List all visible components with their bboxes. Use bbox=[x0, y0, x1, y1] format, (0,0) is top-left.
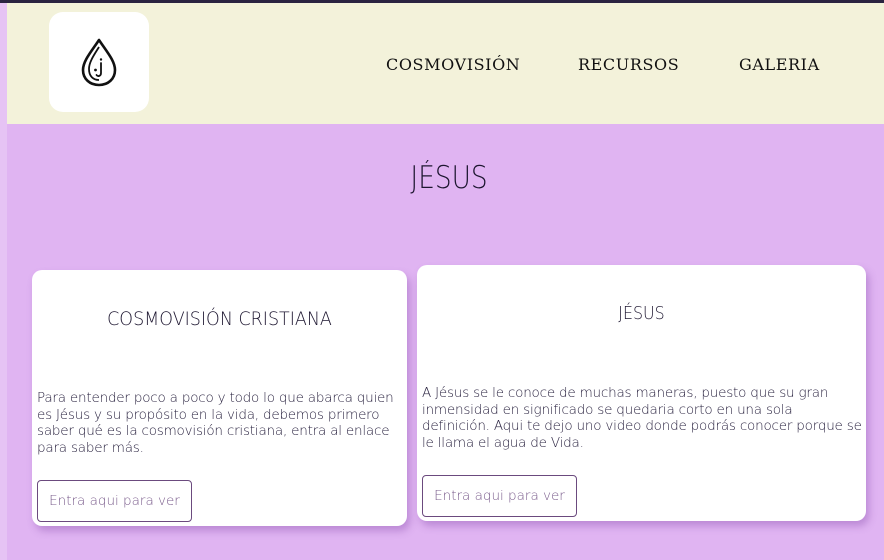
enter-button[interactable]: Entra aqui para ver bbox=[422, 475, 577, 517]
card-title: COSMOVISIÓN CRISTIANA bbox=[107, 308, 332, 330]
left-edge bbox=[0, 3, 7, 560]
enter-button[interactable]: Entra aqui para ver bbox=[37, 480, 192, 522]
card-text: A Jésus se le conoce de muchas maneras, … bbox=[422, 385, 862, 451]
nav-link-cosmovision[interactable]: COSMOVISIÓN bbox=[386, 55, 520, 74]
site-header: COSMOVISIÓN RECURSOS GALERIA bbox=[7, 3, 884, 124]
card-title: JÉSUS bbox=[618, 303, 665, 324]
nav-link-recursos[interactable]: RECURSOS bbox=[578, 55, 679, 74]
page-title: JÉSUS bbox=[410, 160, 488, 196]
card-jesus: JÉSUS A Jésus se le conoce de muchas man… bbox=[417, 265, 866, 521]
card-text: Para entender poco a poco y todo lo que … bbox=[37, 390, 394, 456]
logo[interactable] bbox=[49, 12, 149, 112]
nav-link-galeria[interactable]: GALERIA bbox=[739, 55, 820, 74]
card-cosmovision: COSMOVISIÓN CRISTIANA Para entender poco… bbox=[32, 270, 407, 526]
water-drop-icon bbox=[81, 38, 117, 87]
